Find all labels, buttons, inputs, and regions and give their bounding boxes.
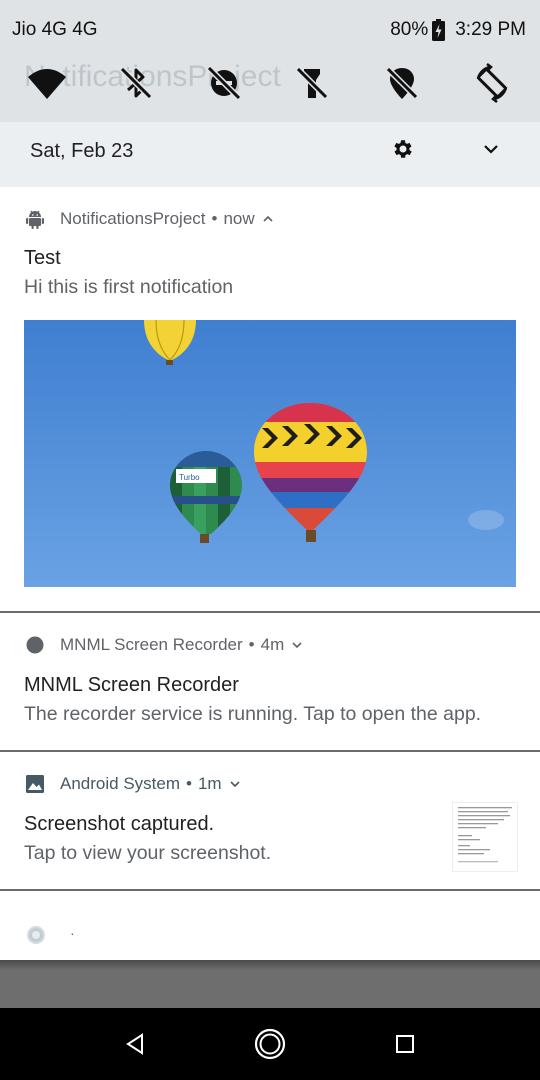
notification-text: Tap to view your screenshot. bbox=[24, 842, 272, 864]
notification-text: · bbox=[70, 925, 75, 941]
notification-time: 1m bbox=[197, 774, 222, 793]
flashlight-off-icon bbox=[295, 66, 329, 100]
disc-icon bbox=[26, 925, 46, 945]
clock: 3:29 PM bbox=[455, 19, 526, 40]
notification-card[interactable]: NotificationsProject • now Test Hi this … bbox=[0, 187, 540, 611]
image-icon bbox=[26, 775, 44, 793]
home-icon bbox=[254, 1028, 286, 1060]
notification-time: 4m bbox=[260, 635, 285, 654]
svg-text:Turbo: Turbo bbox=[179, 473, 200, 482]
flashlight-tile[interactable] bbox=[292, 63, 332, 103]
notification-header: MNML Screen Recorder • 4m bbox=[24, 634, 304, 656]
screenshot-thumbnail bbox=[452, 802, 518, 872]
chevron-down-icon[interactable] bbox=[290, 638, 304, 652]
notification-time: now bbox=[223, 209, 255, 228]
auto-rotate-tile[interactable] bbox=[472, 63, 512, 103]
notification-app-name: NotificationsProject bbox=[60, 209, 206, 228]
location-tile[interactable] bbox=[382, 63, 422, 103]
settings-button[interactable] bbox=[391, 137, 415, 161]
date-label: Sat, Feb 23 bbox=[30, 140, 134, 162]
battery-percent: 80% bbox=[390, 19, 429, 40]
screenshot-thumbnail-lines bbox=[458, 807, 512, 863]
notification-card[interactable]: · bbox=[0, 891, 540, 960]
hot-air-balloons-picture: Turbo bbox=[24, 320, 516, 587]
notification-app-name: Android System bbox=[60, 774, 180, 793]
notification-card[interactable]: MNML Screen Recorder • 4m MNML Screen Re… bbox=[0, 613, 540, 750]
notification-title: Screenshot captured. bbox=[24, 813, 215, 835]
recents-button[interactable] bbox=[387, 1026, 423, 1062]
do-not-disturb-off-icon bbox=[206, 65, 242, 101]
notification-text: Hi this is first notification bbox=[24, 276, 234, 298]
notification-app-name: MNML Screen Recorder bbox=[60, 635, 243, 654]
bluetooth-tile[interactable] bbox=[116, 63, 156, 103]
header-separator: • bbox=[186, 774, 192, 793]
navigation-bar bbox=[0, 1008, 540, 1080]
wifi-tile[interactable] bbox=[27, 63, 67, 103]
wifi-icon bbox=[28, 69, 66, 99]
notification-header: NotificationsProject • now bbox=[24, 208, 275, 230]
battery-charging-icon bbox=[432, 19, 446, 41]
header-separator: • bbox=[211, 209, 218, 228]
chevron-down-icon[interactable] bbox=[228, 777, 242, 791]
background-scrim bbox=[0, 960, 540, 1008]
chevron-up-icon[interactable] bbox=[261, 212, 275, 226]
do-not-disturb-tile[interactable] bbox=[204, 63, 244, 103]
home-button[interactable] bbox=[252, 1026, 288, 1062]
notification-card[interactable]: Android System • 1m Screenshot captured.… bbox=[0, 752, 540, 889]
recents-icon bbox=[396, 1035, 414, 1053]
android-icon bbox=[26, 210, 44, 229]
back-icon bbox=[126, 1033, 143, 1055]
notification-header: Android System • 1m bbox=[24, 773, 242, 795]
circle-icon bbox=[26, 636, 44, 654]
notification-title: MNML Screen Recorder bbox=[24, 674, 239, 696]
chevron-down-icon bbox=[484, 145, 498, 154]
location-off-icon bbox=[385, 66, 419, 100]
date-row: Sat, Feb 23 bbox=[0, 122, 540, 187]
back-button[interactable] bbox=[117, 1026, 153, 1062]
gear-icon bbox=[394, 140, 412, 158]
quick-settings-panel: NotificationsProject Jio 4G 4G 80% 3:29 … bbox=[0, 0, 540, 122]
notification-title: Test bbox=[24, 247, 61, 269]
status-right-group: 80% 3:29 PM bbox=[390, 19, 526, 41]
carrier-label: Jio 4G 4G bbox=[12, 19, 98, 40]
bluetooth-off-icon bbox=[119, 66, 153, 100]
notification-text: The recorder service is running. Tap to … bbox=[24, 703, 482, 725]
header-separator: • bbox=[248, 635, 255, 654]
expand-quick-settings-button[interactable] bbox=[480, 138, 502, 160]
auto-rotate-icon bbox=[476, 63, 508, 103]
